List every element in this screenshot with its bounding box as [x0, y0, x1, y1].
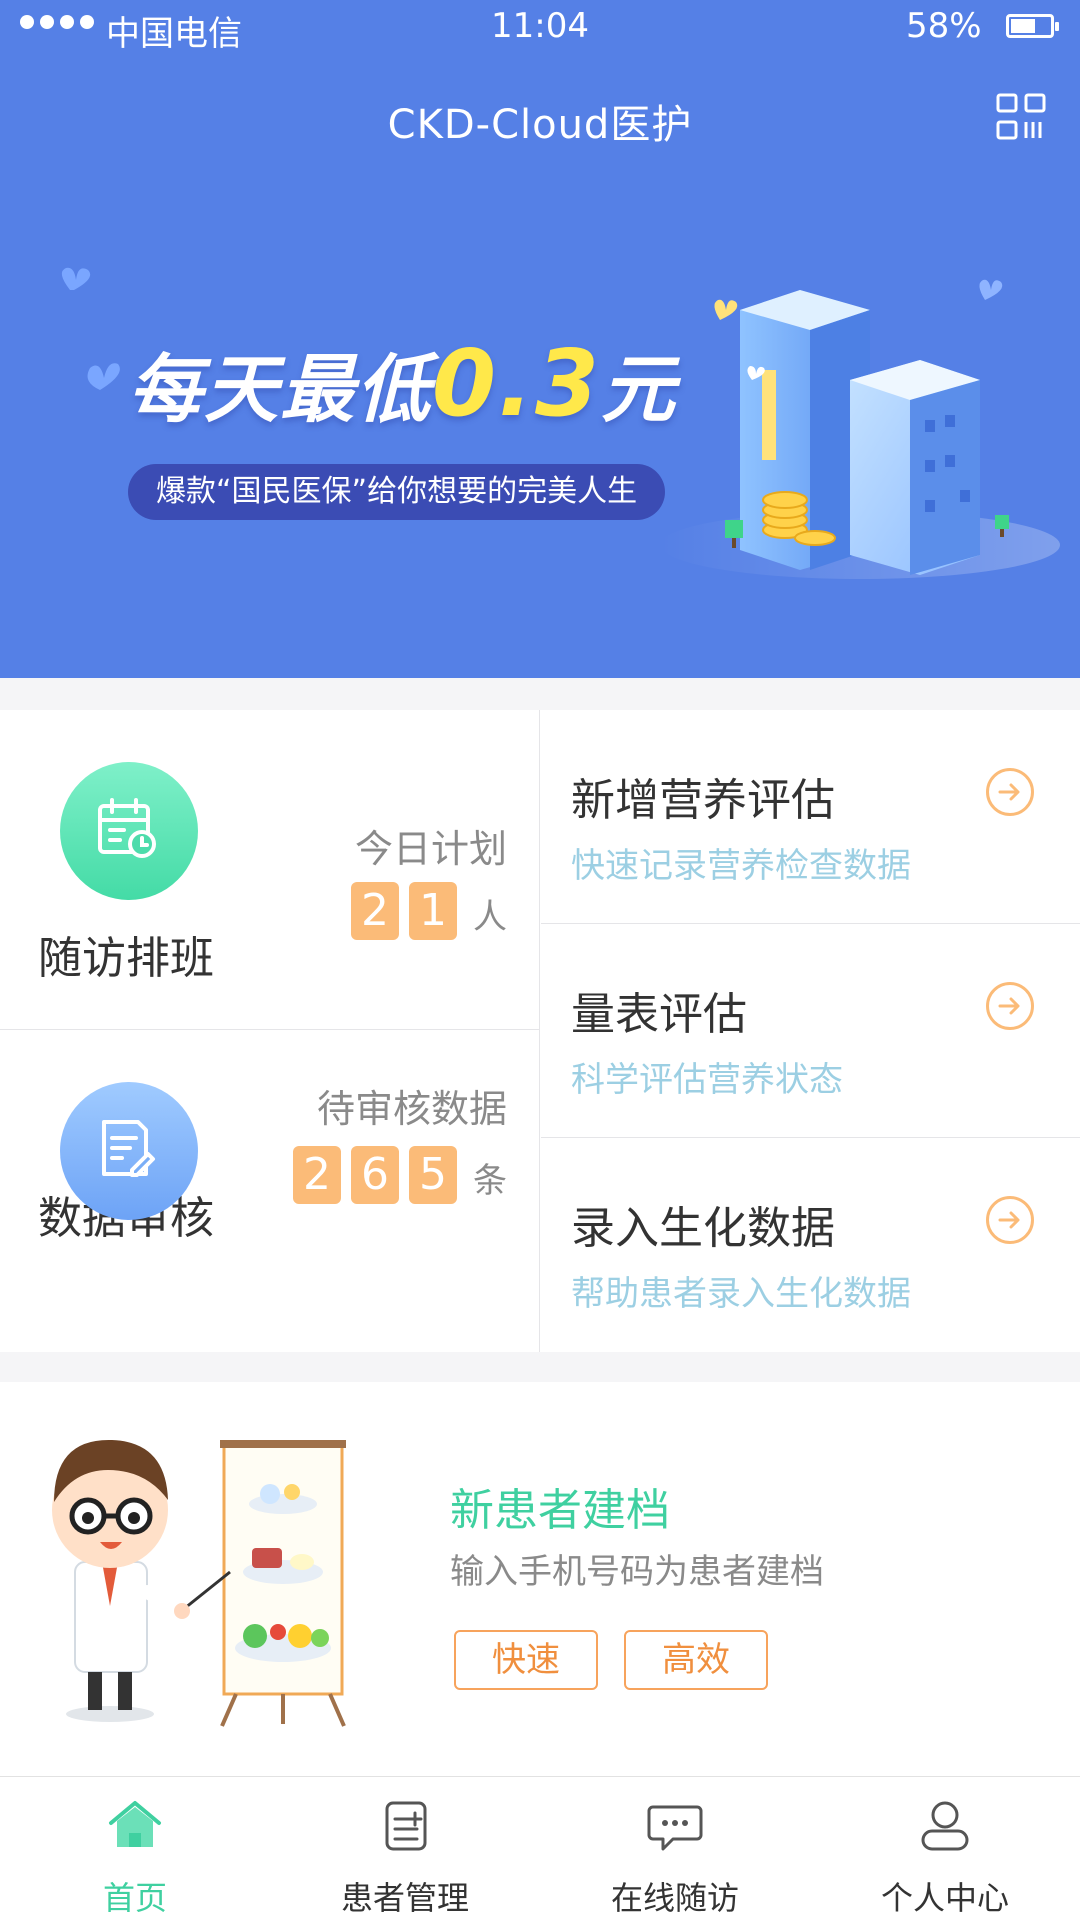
new-patient-title: 新患者建档	[450, 1485, 670, 1536]
count-digit: 1	[409, 882, 457, 940]
tab-home[interactable]: 首页	[0, 1777, 270, 1920]
chat-bubble-icon	[647, 1805, 703, 1851]
count-digit: 2	[293, 1146, 341, 1204]
action-title: 量表评估	[571, 989, 747, 1040]
review-count: 2 6 5 条	[293, 1146, 507, 1204]
action-title: 新增营养评估	[571, 775, 835, 826]
qr-scan-icon[interactable]	[995, 92, 1047, 142]
schedule-count: 2 1 人	[351, 882, 507, 940]
home-screen: 中国电信 11:04 58% CKD-Cloud医护 每天最低0.3元 爆款“国…	[0, 0, 1080, 1920]
arrow-right-icon	[986, 768, 1034, 816]
battery-icon	[1006, 14, 1059, 38]
calendar-clock-icon	[60, 762, 198, 900]
status-bar: 中国电信 11:04 58%	[0, 0, 1080, 54]
count-digit: 2	[351, 882, 399, 940]
count-digit: 6	[351, 1146, 399, 1204]
tab-label: 首页	[102, 1879, 167, 1917]
tag-efficient: 高效	[624, 1630, 768, 1690]
action-subtitle: 快速记录营养检查数据	[571, 846, 911, 886]
new-patient-subtitle: 输入手机号码为患者建档	[450, 1552, 824, 1592]
page-title: CKD-Cloud医护	[387, 102, 693, 148]
dashboard-grid: 今日计划 2 1 人 随访排班 待审核数据 2 6 5 条 新增营养评估 快速记…	[0, 710, 1080, 1352]
tag-fast: 快速	[454, 1630, 598, 1690]
user-icon	[921, 1801, 969, 1851]
battery-percent: 58%	[906, 6, 982, 46]
tab-label: 个人中心	[880, 1879, 1009, 1917]
tab-online-followup[interactable]: 在线随访	[540, 1777, 810, 1920]
action-nutrition-assessment[interactable]: 新增营养评估 快速记录营养检查数据	[541, 710, 1080, 924]
count-digit: 5	[409, 1146, 457, 1204]
doctor-illustration	[52, 1439, 346, 1727]
count-unit: 人	[473, 897, 507, 937]
tab-profile[interactable]: 个人中心	[810, 1777, 1080, 1920]
arrow-right-icon	[986, 1196, 1034, 1244]
action-scale-assessment[interactable]: 量表评估 科学评估营养状态	[541, 924, 1080, 1138]
home-icon	[109, 1801, 161, 1847]
tab-patient-management[interactable]: 患者管理	[270, 1777, 540, 1920]
review-stat-label: 待审核数据	[316, 1087, 507, 1131]
count-unit: 条	[473, 1161, 507, 1201]
action-subtitle: 科学评估营养状态	[571, 1060, 843, 1100]
banner-subtitle: 爆款“国民医保”给你想要的完美人生	[128, 464, 666, 520]
tab-label: 在线随访	[610, 1879, 739, 1917]
arrow-right-icon	[986, 982, 1034, 1030]
document-edit-icon	[60, 1082, 198, 1220]
patient-list-icon	[385, 1801, 427, 1851]
bottom-tab-bar: 首页 患者管理 在线随访 个人中心	[0, 1776, 1080, 1920]
tab-label: 患者管理	[340, 1879, 469, 1917]
action-biochem-entry[interactable]: 录入生化数据 帮助患者录入生化数据	[541, 1138, 1080, 1352]
schedule-title: 随访排班	[38, 933, 214, 984]
banner-title: 每天最低0.3元	[128, 330, 677, 437]
action-title: 录入生化数据	[571, 1203, 835, 1254]
action-subtitle: 帮助患者录入生化数据	[571, 1274, 911, 1314]
schedule-stat-label: 今日计划	[354, 827, 507, 871]
header-area: 中国电信 11:04 58% CKD-Cloud医护 每天最低0.3元 爆款“国…	[0, 0, 1080, 678]
new-patient-card[interactable]: 新患者建档 输入手机号码为患者建档 快速 高效	[0, 1382, 1080, 1776]
